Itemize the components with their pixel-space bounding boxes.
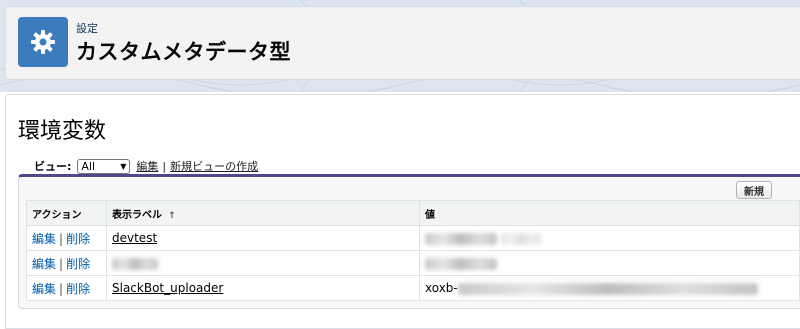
view-link-separator: |: [162, 159, 167, 173]
table-row: 編集 | 削除 devtest: [26, 225, 800, 251]
redacted-label[interactable]: [112, 257, 158, 270]
column-header-value: 値: [419, 200, 800, 226]
page-header: 設定 カスタムメタデータ型: [5, 6, 800, 80]
row-label-cell: [106, 250, 420, 276]
view-label: ビュー:: [34, 160, 72, 173]
delete-action-link[interactable]: 削除: [66, 232, 90, 246]
row-actions: 編集 | 削除: [26, 275, 107, 301]
table-header-row: アクション 表示ラベル ↑ 値: [26, 200, 800, 226]
view-selector-row: ビュー: All ▼ 編集 | 新規ビューの作成: [34, 158, 258, 174]
gear-icon: [31, 30, 55, 54]
redacted-value: [425, 257, 497, 270]
row-label-cell: SlackBot_uploader: [106, 275, 420, 301]
action-separator: |: [59, 281, 64, 296]
view-select-value: All: [81, 159, 96, 173]
row-value-cell: xoxb-: [419, 275, 800, 301]
header-title: カスタムメタデータ型: [76, 40, 291, 64]
edit-action-link[interactable]: 編集: [32, 282, 56, 296]
header-breadcrumb[interactable]: 設定: [76, 20, 98, 36]
row-label-cell: devtest: [106, 225, 420, 251]
column-header-label[interactable]: 表示ラベル ↑: [106, 200, 420, 226]
redacted-value: [457, 282, 758, 295]
delete-action-link[interactable]: 削除: [66, 282, 90, 296]
row-value-cell: [419, 225, 800, 251]
redacted-value: [425, 232, 497, 245]
table-row: 編集 | 削除: [26, 250, 800, 276]
view-select[interactable]: All ▼: [77, 158, 131, 174]
edit-view-link[interactable]: 編集: [136, 158, 158, 174]
new-button[interactable]: 新規: [736, 181, 772, 199]
page-title: 環境変数: [18, 119, 107, 144]
column-header-action: アクション: [26, 200, 107, 226]
action-separator: |: [59, 256, 64, 271]
setup-icon-tile: [18, 17, 68, 67]
action-separator: |: [59, 231, 64, 246]
edit-action-link[interactable]: 編集: [32, 257, 56, 271]
row-actions: 編集 | 削除: [26, 225, 107, 251]
chevron-down-icon: ▼: [120, 161, 127, 171]
sort-ascending-icon: ↑: [168, 210, 176, 221]
row-value-cell: [419, 250, 800, 276]
record-value-prefix: xoxb-: [425, 281, 458, 295]
new-view-link[interactable]: 新規ビューの作成: [170, 158, 258, 174]
redacted-value: [500, 232, 541, 245]
record-label-link[interactable]: devtest: [112, 231, 157, 245]
record-label-link[interactable]: SlackBot_uploader: [112, 281, 223, 295]
edit-action-link[interactable]: 編集: [32, 232, 56, 246]
delete-action-link[interactable]: 削除: [66, 257, 90, 271]
row-actions: 編集 | 削除: [26, 250, 107, 276]
table-row: 編集 | 削除 SlackBot_uploader xoxb-: [26, 275, 800, 301]
records-table: アクション 表示ラベル↑ 値 編集|削除 devtest 編集|削除: [26, 200, 800, 301]
